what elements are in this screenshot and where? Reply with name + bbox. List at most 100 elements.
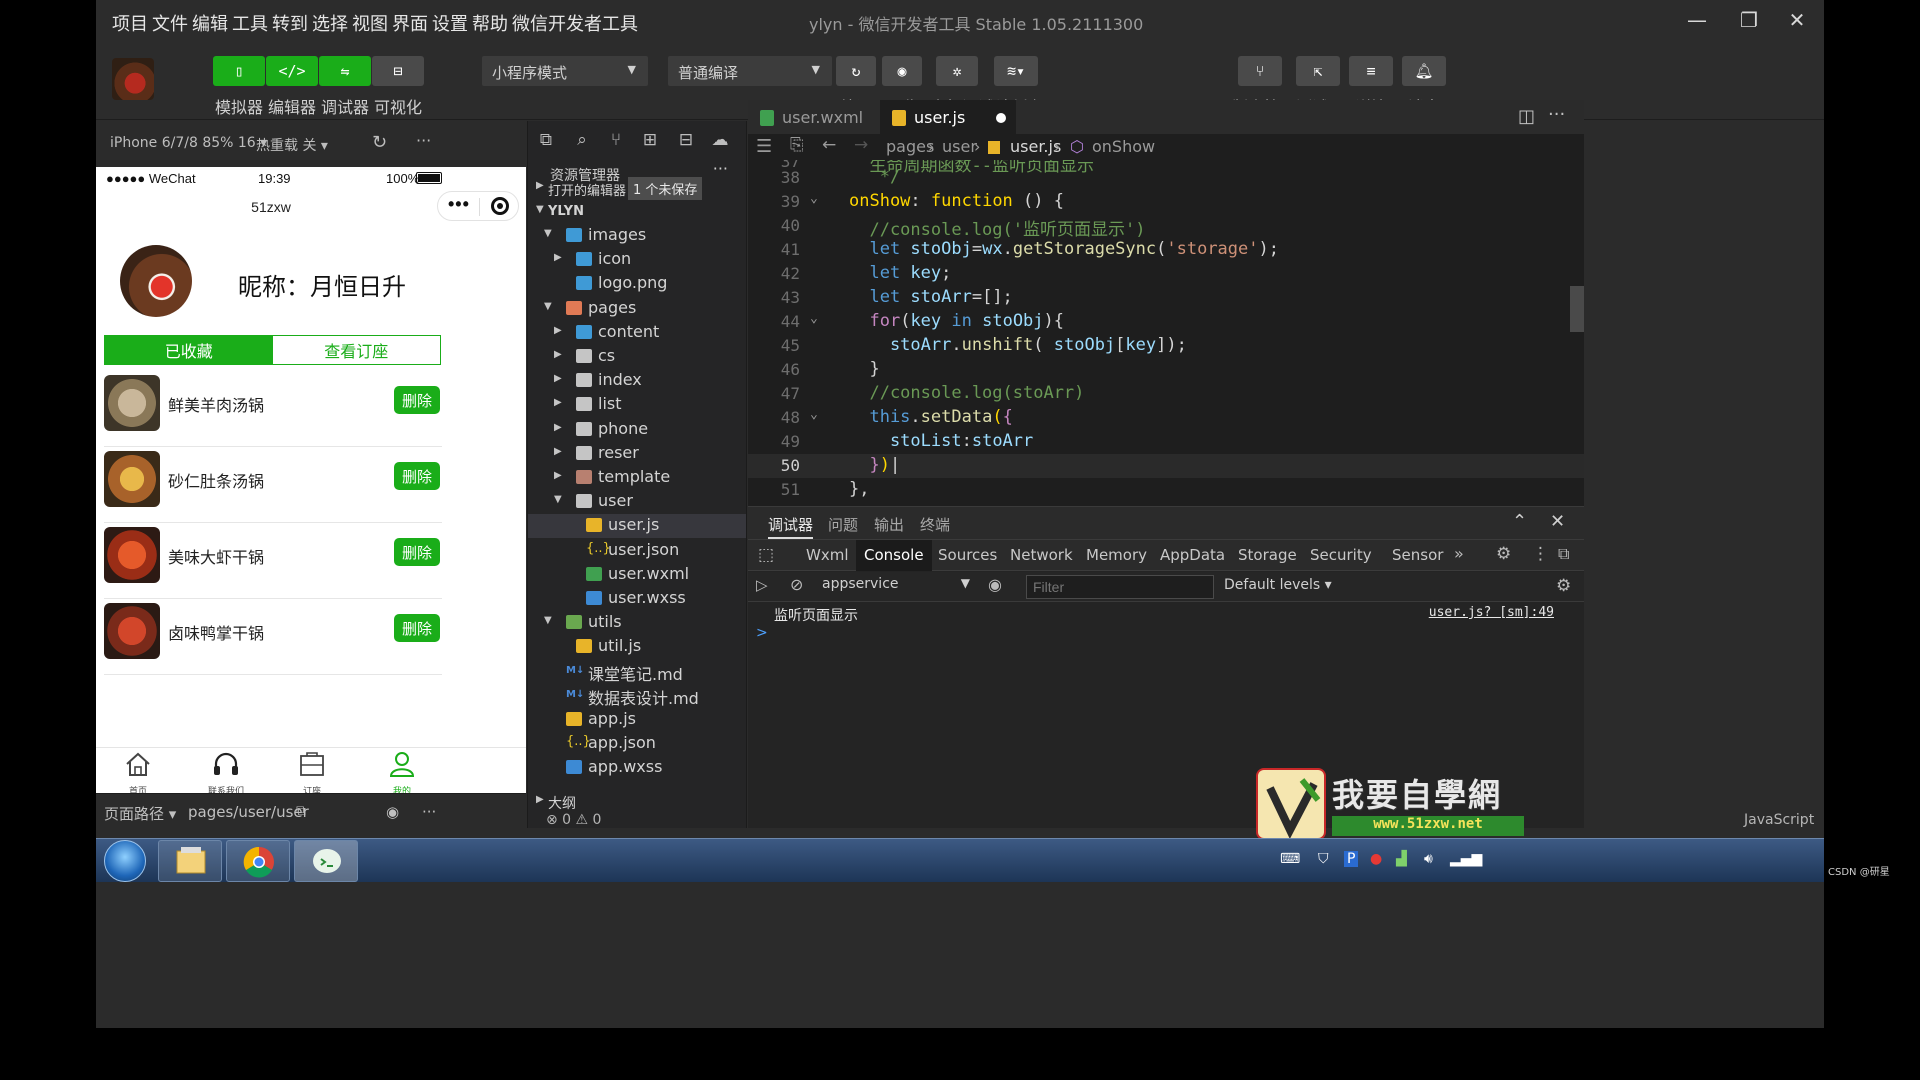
messages-button[interactable]: 🔔︎: [1402, 56, 1446, 86]
red-app-icon[interactable]: ●: [1370, 851, 1382, 867]
chevron-right-icon[interactable]: ▶: [554, 446, 562, 457]
chevron-right-icon[interactable]: ▶: [554, 373, 562, 384]
tree-item[interactable]: M↓ 数据表设计.md: [528, 684, 746, 708]
menu-interface[interactable]: 界面: [392, 10, 428, 36]
tab-terminal[interactable]: 终端: [920, 514, 950, 535]
capsule-menu[interactable]: •••: [437, 191, 519, 221]
tree-item[interactable]: ▶ icon: [528, 248, 746, 272]
clear-cache-button[interactable]: ≋▾: [994, 56, 1038, 86]
tree-item[interactable]: M↓ 课堂笔记.md: [528, 660, 746, 684]
eye-icon[interactable]: ◉: [988, 575, 1002, 594]
tab-console[interactable]: Console: [856, 540, 932, 571]
back-arrow-icon[interactable]: ←: [822, 135, 836, 155]
cloud-icon[interactable]: ☁: [710, 130, 730, 150]
tab-user-js[interactable]: user.js: [880, 100, 1016, 136]
simulator-button[interactable]: ▯: [213, 56, 265, 86]
tree-item[interactable]: ▼ images: [528, 224, 746, 248]
tabbar-contact[interactable]: 联系我们: [196, 750, 256, 793]
close-icon[interactable]: ✕: [1550, 511, 1565, 532]
mode-select[interactable]: 小程序模式 ▼: [482, 56, 648, 86]
chevron-right-icon[interactable]: ▶: [554, 252, 562, 263]
tab-output[interactable]: 输出: [874, 514, 904, 535]
tree-item[interactable]: logo.png: [528, 272, 746, 296]
chevron-up-icon[interactable]: ⌃: [1512, 511, 1527, 532]
taskbar-chrome[interactable]: [226, 840, 290, 882]
tree-item[interactable]: {..} app.json: [528, 732, 746, 756]
network-app-icon[interactable]: ▟: [1396, 851, 1407, 867]
tab-wxml[interactable]: Wxml: [806, 546, 849, 564]
menu-settings[interactable]: 设置: [432, 10, 468, 36]
tree-item[interactable]: app.wxss: [528, 756, 746, 780]
unsaved-dot-icon[interactable]: [996, 113, 1006, 123]
undock-icon[interactable]: ⧉: [1558, 544, 1569, 564]
context-select[interactable]: appservice ▼: [822, 576, 970, 598]
log-levels-select[interactable]: Default levels ▾: [1224, 577, 1332, 593]
more-tabs-icon[interactable]: »: [1454, 544, 1464, 563]
menu-wechat-devtools[interactable]: 微信开发者工具: [512, 10, 638, 36]
problems-count[interactable]: ⊗ 0 ⚠ 0: [546, 812, 601, 828]
tab-sources[interactable]: Sources: [938, 546, 997, 564]
editor-button[interactable]: </>: [266, 56, 318, 86]
chevron-right-icon[interactable]: ▶: [554, 349, 562, 360]
tree-item[interactable]: ▶ reser: [528, 442, 746, 466]
tab-network[interactable]: Network: [1010, 546, 1073, 564]
tree-item[interactable]: ▶ index: [528, 369, 746, 393]
chevron-down-icon[interactable]: ▼: [544, 228, 552, 239]
delete-button[interactable]: 删除: [394, 614, 440, 642]
tabbar-reserve[interactable]: 订座: [282, 750, 342, 793]
tabbar-home[interactable]: 首页: [108, 750, 168, 793]
tree-item[interactable]: ▶ content: [528, 321, 746, 345]
gear-icon[interactable]: ⚙: [1496, 544, 1511, 564]
forward-arrow-icon[interactable]: →: [854, 135, 868, 155]
search-icon[interactable]: ⌕: [572, 130, 592, 150]
tree-item[interactable]: ▶ cs: [528, 345, 746, 369]
tab-problems[interactable]: 问题: [828, 514, 858, 535]
code-editor[interactable]: 37 生命周期函数--监听页面显示 38 */ 39 ⌄ onShow: funct…: [748, 160, 1584, 506]
menu-goto[interactable]: 转到: [272, 10, 308, 36]
menu-project[interactable]: 项目: [112, 10, 148, 36]
tree-item[interactable]: ▼ pages: [528, 297, 746, 321]
log-source-link[interactable]: user.js? [sm]:49: [1429, 605, 1554, 620]
bookmark-icon[interactable]: ⎘: [790, 135, 804, 155]
tree-item[interactable]: ▼ user: [528, 490, 746, 514]
scrollbar-thumb[interactable]: [1570, 286, 1584, 332]
details-button[interactable]: ≡: [1349, 56, 1393, 86]
tree-item[interactable]: ▼ utils: [528, 611, 746, 635]
taskbar-wechat-devtools[interactable]: [294, 840, 358, 882]
menu-edit[interactable]: 编辑: [192, 10, 228, 36]
list-icon[interactable]: ☰: [756, 136, 772, 157]
tree-item[interactable]: user.js: [528, 514, 746, 538]
files-icon[interactable]: ⧉: [536, 130, 556, 150]
rotate-icon[interactable]: ↻: [372, 132, 387, 153]
tab-sensor[interactable]: Sensor: [1392, 546, 1443, 564]
signal-icon[interactable]: ▂▄▆: [1450, 851, 1482, 867]
start-button[interactable]: [104, 840, 146, 882]
breadcrumb-item[interactable]: user: [942, 137, 977, 156]
more-icon[interactable]: ···: [1548, 104, 1565, 125]
close-miniprogram-icon[interactable]: [491, 197, 509, 215]
clear-console-icon[interactable]: ⊘: [790, 575, 803, 594]
keyboard-icon[interactable]: ⌨: [1280, 851, 1300, 867]
tabbar-mine[interactable]: 我的: [372, 750, 432, 793]
tree-item[interactable]: app.js: [528, 708, 746, 732]
breadcrumb-item[interactable]: onShow: [1092, 137, 1155, 156]
source-control-icon[interactable]: ⑂: [606, 130, 626, 150]
tree-item[interactable]: ▶ phone: [528, 418, 746, 442]
p-app-icon[interactable]: P: [1344, 851, 1359, 867]
minimize-icon[interactable]: —: [1682, 8, 1712, 34]
menu-help[interactable]: 帮助: [472, 10, 508, 36]
split-editor-icon[interactable]: ◫: [1518, 106, 1535, 127]
compile-button[interactable]: ↻: [836, 56, 876, 86]
tab-debugger[interactable]: 调试器: [768, 514, 814, 539]
user-avatar[interactable]: [112, 58, 154, 100]
delete-button[interactable]: 删除: [394, 462, 440, 490]
menu-view[interactable]: 视图: [352, 10, 388, 36]
chevron-down-icon[interactable]: ▼: [554, 494, 562, 505]
chevron-right-icon[interactable]: ▶: [554, 470, 562, 481]
remote-debug-button[interactable]: ✲: [936, 56, 978, 86]
tab-reservation[interactable]: 查看订座: [272, 336, 440, 364]
visual-button[interactable]: ⊟: [372, 56, 424, 86]
device-select[interactable]: iPhone 6/7/8 85% 16 ▾: [110, 135, 267, 151]
window-icon[interactable]: ⊟: [676, 130, 696, 150]
tree-item[interactable]: ▶ template: [528, 466, 746, 490]
